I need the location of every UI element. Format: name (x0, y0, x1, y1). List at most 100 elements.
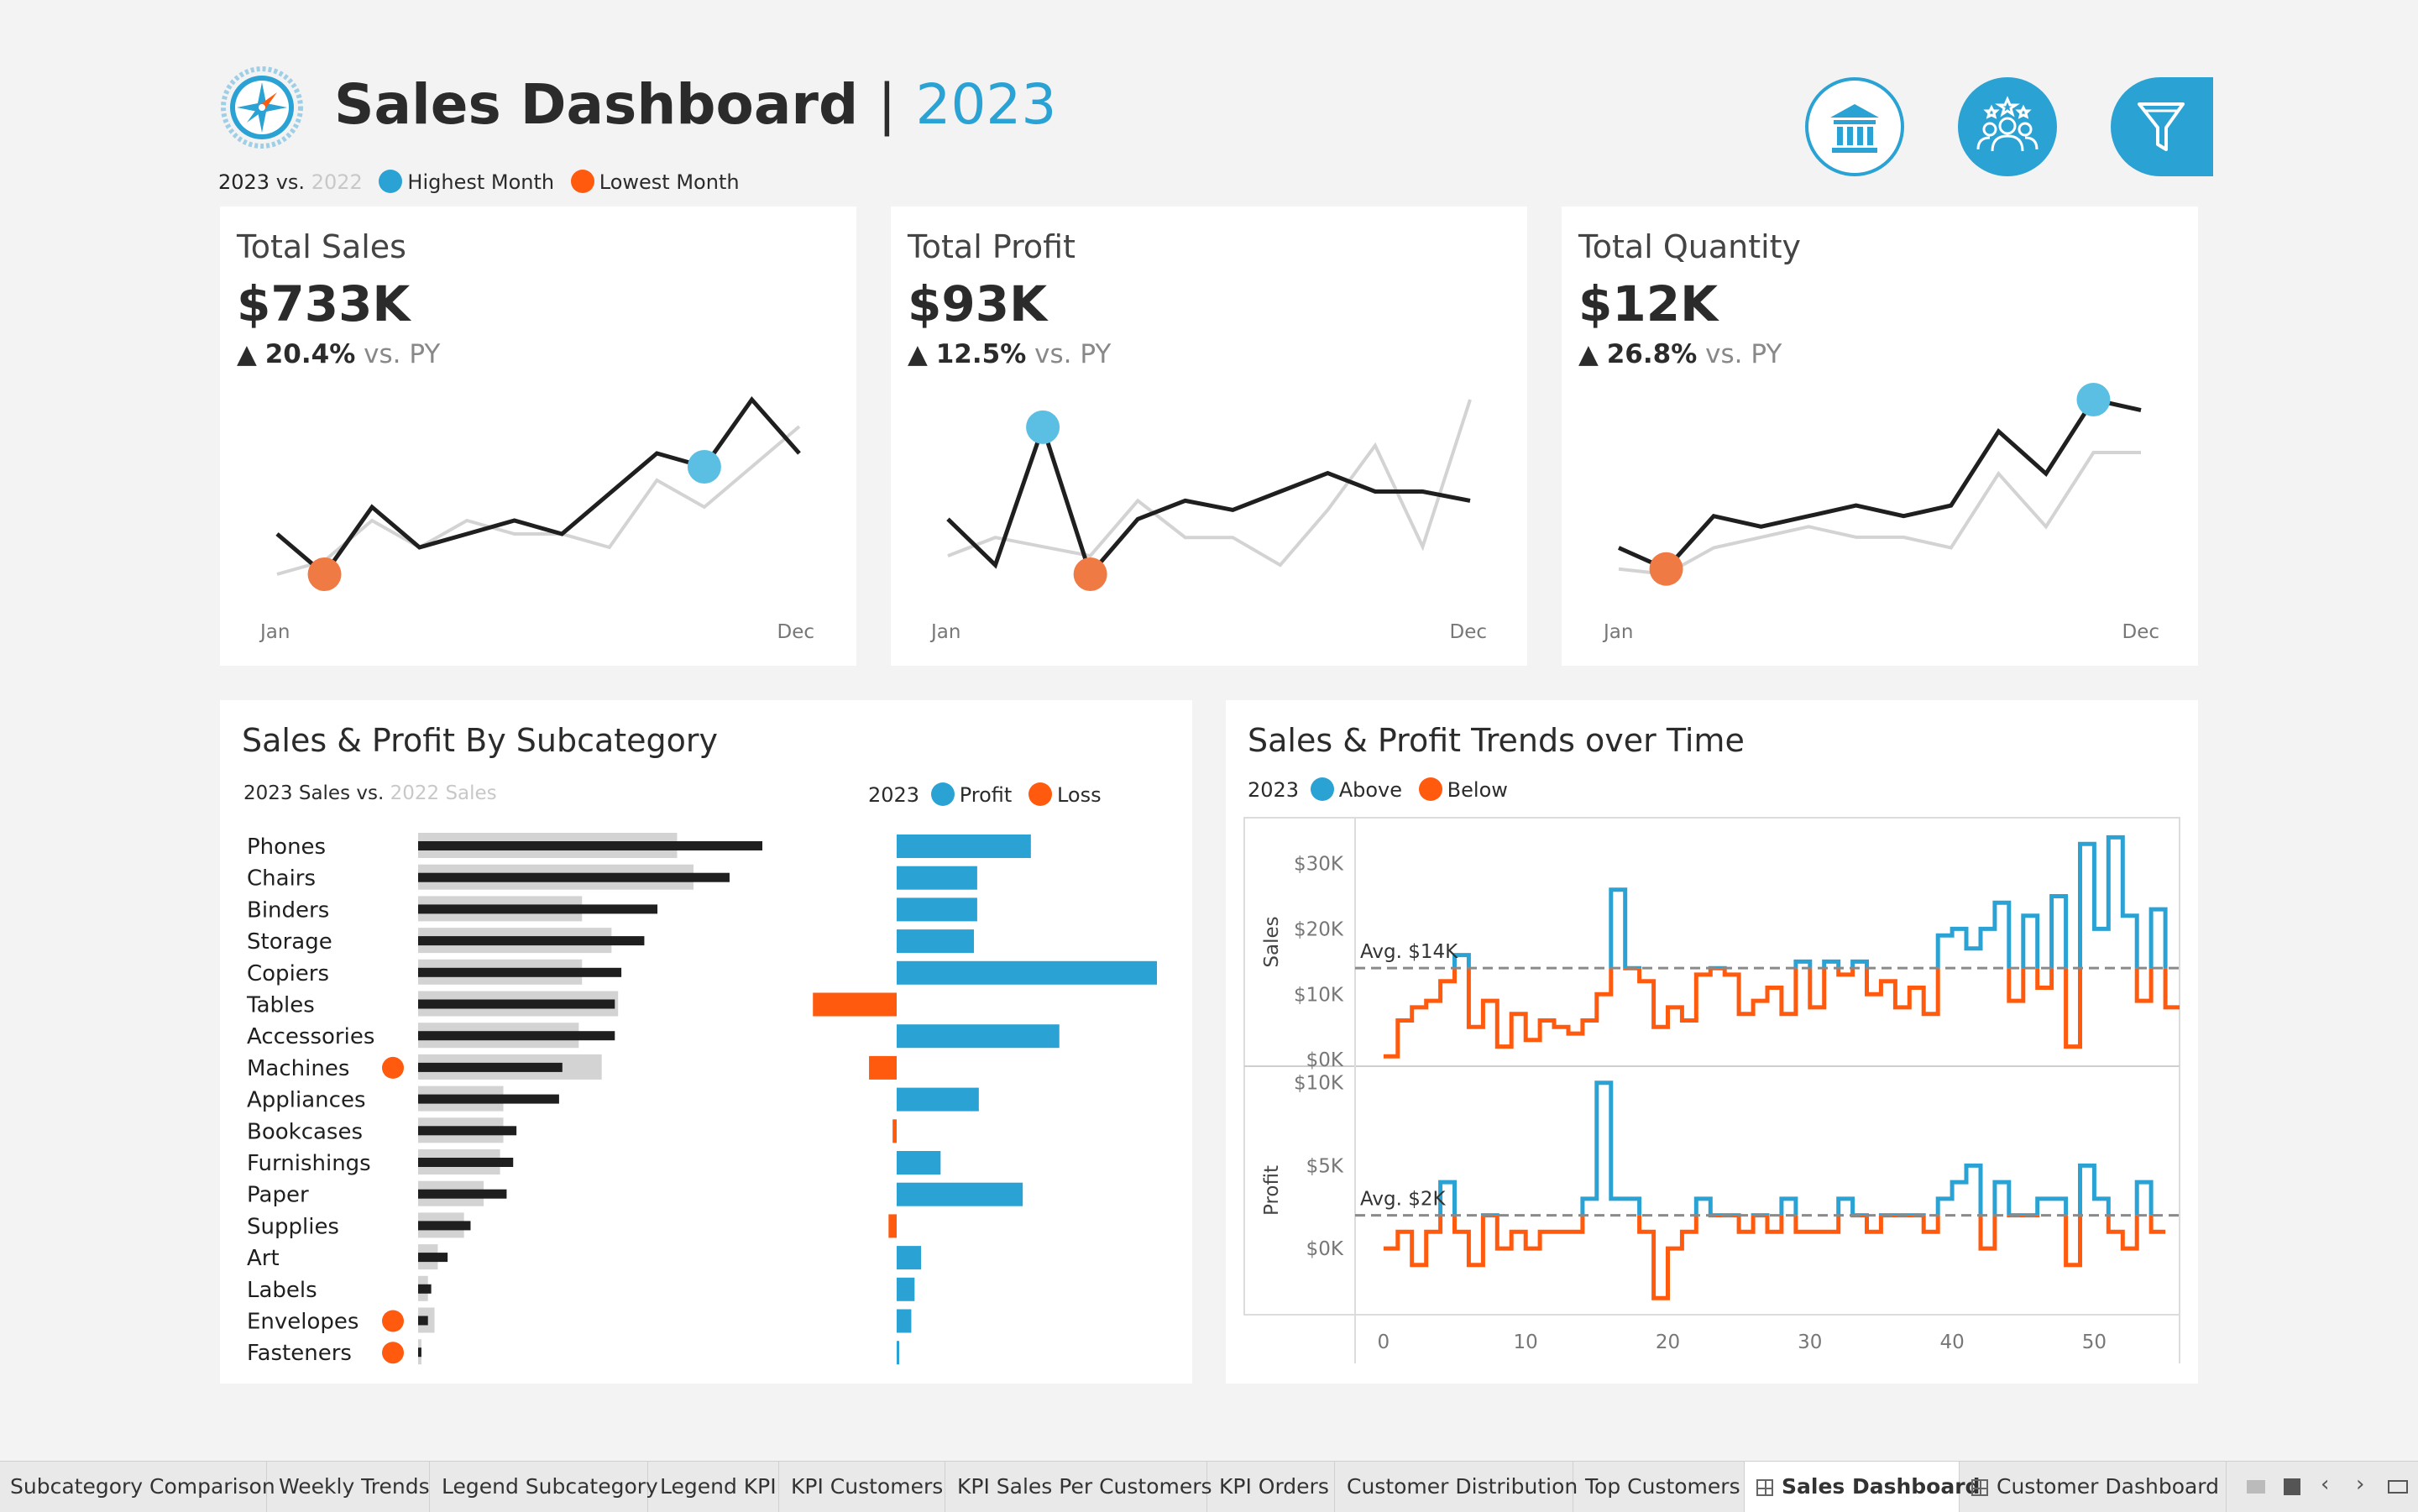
sales-2023-bar (418, 1126, 517, 1136)
sparkline-end-label: Dec (777, 621, 814, 643)
lowest-month-marker (1649, 552, 1683, 586)
subcategory-label: Supplies (247, 1214, 339, 1239)
tab-subcategory-comparison[interactable]: Subcategory Comparison (0, 1462, 275, 1512)
profit-bar (897, 1182, 1023, 1206)
subcategory-label: Copiers (247, 961, 329, 986)
loss-bar (869, 1055, 897, 1080)
profit-bar (897, 866, 977, 890)
sales-2023-bar (418, 1347, 421, 1358)
compass-logo-icon (220, 65, 304, 149)
y-tick-label: $0K (1306, 1238, 1344, 1260)
highest-month-marker (2076, 383, 2111, 416)
sales-decline-marker (382, 1056, 404, 1079)
sales-2023-bar (418, 1253, 448, 1263)
profit-bar (897, 897, 977, 922)
subcategory-label: Storage (247, 929, 332, 955)
kpi-sparkline: Jan Dec (1602, 383, 2159, 643)
subcategory-label: Paper (247, 1183, 309, 1208)
below-average-line (1383, 1215, 2166, 1300)
tab-sales-dashboard[interactable]: Sales Dashboard (1745, 1462, 1980, 1512)
filmstrip-view-icon[interactable] (2247, 1480, 2265, 1494)
tab-view-icon[interactable] (2284, 1478, 2300, 1495)
dashboard-icon (1756, 1479, 1773, 1496)
profit-bar (897, 1309, 912, 1333)
highest-month-marker (687, 450, 721, 484)
lowest-month-marker (1073, 557, 1107, 591)
tab-label: KPI Sales Per Customers (957, 1474, 1212, 1499)
sales-2023-bar (418, 872, 730, 882)
subcategory-label: Furnishings (247, 1151, 371, 1176)
tab-top-customers[interactable]: Top Customers (1573, 1462, 1745, 1512)
tab-customer-distribution[interactable]: Customer Distribution (1335, 1462, 1578, 1512)
sales-2023-bar (418, 904, 658, 914)
tab-weekly-trends[interactable]: Weekly Trends (267, 1462, 430, 1512)
x-tick-label: 0 (1378, 1332, 1390, 1353)
sparkline-start-label: Jan (929, 621, 960, 643)
x-tick-label: 10 (1514, 1332, 1538, 1353)
sales-2023-bar (418, 1031, 615, 1041)
x-tick-label: 40 (1939, 1332, 1964, 1353)
bank-nav-button[interactable] (1805, 77, 1904, 176)
profit-bar (897, 960, 1157, 985)
scroll-right-icon[interactable]: › (2356, 1472, 2364, 1497)
average-label: Avg. $2K (1360, 1189, 1446, 1211)
subcategory-label: Bookcases (247, 1119, 363, 1144)
profit-bar (897, 1024, 1060, 1049)
y-tick-label: $10K (1294, 1073, 1344, 1095)
subcategory-label: Fasteners (247, 1341, 352, 1366)
profit-bar (897, 929, 975, 954)
customers-nav-button[interactable] (1958, 77, 2057, 176)
tab-kpi-customers[interactable]: KPI Customers (779, 1462, 945, 1512)
kpi-sparkline: Jan Dec (259, 395, 814, 643)
filter-nav-button[interactable] (2111, 77, 2213, 176)
trends-panel: Sales & Profit Trends over Time 2023 Abo… (1226, 700, 2198, 1384)
tab-label: Legend KPI (660, 1474, 777, 1499)
sales-2023-bar (418, 1316, 428, 1326)
y-tick-label: $10K (1294, 984, 1344, 1006)
sparkline-end-label: Dec (2122, 621, 2159, 643)
current-year-line (275, 395, 801, 578)
header-legend: 2023 vs. 2022 Highest Month Lowest Month (218, 170, 740, 196)
profit-bar (897, 1277, 915, 1301)
kpi-card-total-sales: Total Sales $733K ▲ 20.4% vs. PY Jan Dec (220, 207, 856, 666)
legend-highest-month: Highest Month (407, 170, 555, 194)
tab-label: Weekly Trends (279, 1474, 430, 1499)
scroll-left-icon[interactable]: ‹ (2321, 1472, 2329, 1497)
kpi-sparkline: Jan Dec (929, 399, 1487, 643)
tab-kpi-sales-per-customers[interactable]: KPI Sales Per Customers (945, 1462, 1212, 1512)
y-tick-label: $30K (1294, 854, 1344, 876)
average-label: Avg. $14K (1360, 941, 1458, 963)
tab-customer-dashboard[interactable]: Customer Dashboard (1960, 1462, 2227, 1512)
legend-vs: vs. (275, 170, 306, 194)
sparkline-start-label: Jan (259, 621, 290, 643)
sparkline-start-label: Jan (1602, 621, 1633, 643)
tab-legend-subcategory[interactable]: Legend Subcategory (430, 1462, 658, 1512)
tab-label: Customer Dashboard (1997, 1474, 2220, 1499)
above-average-line (1452, 834, 2168, 969)
sales-2023-bar (418, 1284, 432, 1294)
tab-legend-kpi[interactable]: Legend KPI (648, 1462, 779, 1512)
presentation-mode-icon[interactable] (2388, 1480, 2408, 1494)
previous-year-line (947, 399, 1472, 568)
tab-label: Legend Subcategory (442, 1474, 658, 1499)
y-tick-label: $0K (1306, 1049, 1344, 1071)
subcategory-label: Labels (247, 1278, 317, 1303)
subcategory-label: Appliances (247, 1088, 366, 1113)
legend-current-year: 2023 (218, 170, 270, 194)
customers-icon (1976, 96, 2039, 152)
legend-lowest-month: Lowest Month (599, 170, 740, 194)
profit-bar (897, 1151, 941, 1175)
x-tick-label: 50 (2082, 1332, 2107, 1353)
tab-label: Top Customers (1585, 1474, 1740, 1499)
previous-year-line (276, 425, 801, 576)
tab-kpi-orders[interactable]: KPI Orders (1207, 1462, 1335, 1512)
tab-label: Customer Distribution (1347, 1474, 1578, 1499)
sales-2023-bar (418, 936, 645, 946)
subcategory-label: Machines (247, 1056, 349, 1081)
sales-2023-bar (418, 1158, 514, 1167)
subcategory-panel: Sales & Profit By Subcategory 2023 Sales… (220, 700, 1192, 1384)
trends-step-chart: $30K$20K$10K$0KSales Avg. $14K$10K$5K$0KP… (1243, 817, 2180, 1363)
highest-month-dot (379, 170, 403, 193)
sparkline-end-label: Dec (1449, 621, 1487, 643)
below-average-line (1383, 968, 2180, 1059)
